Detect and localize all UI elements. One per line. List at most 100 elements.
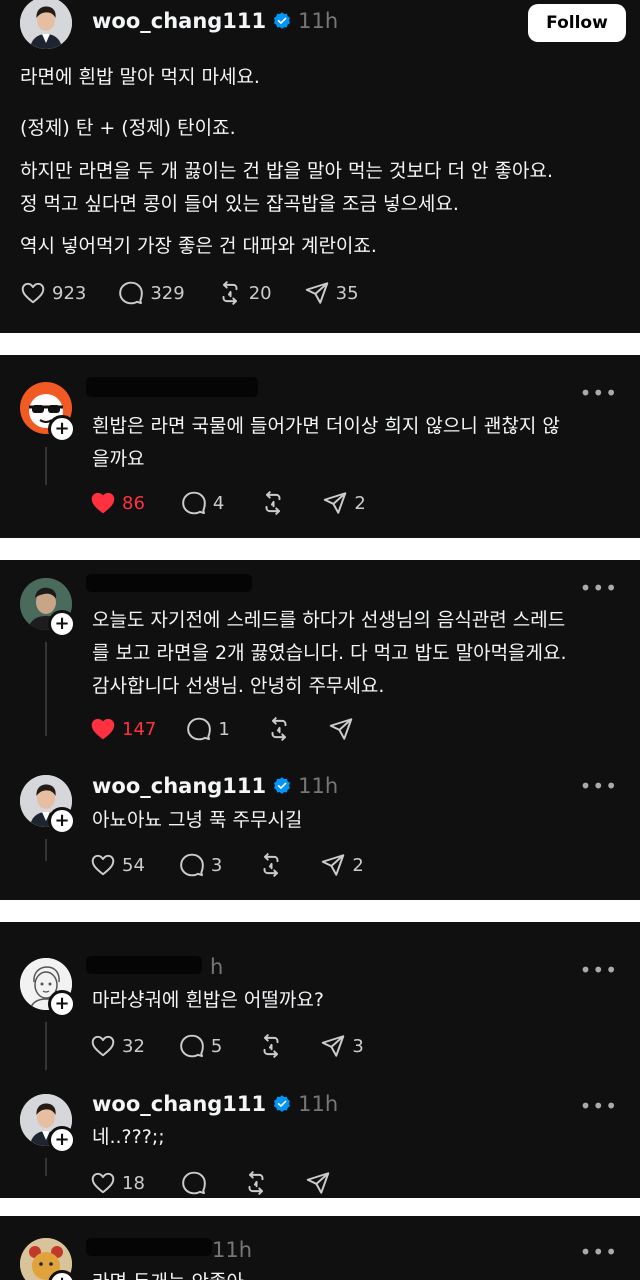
share-icon xyxy=(328,716,354,742)
comment-button[interactable]: 1 xyxy=(186,716,230,742)
follow-plus-button[interactable]: + xyxy=(48,990,76,1018)
post-line: 하지만 라면을 두 개 끓이는 건 밥을 말아 먹는 것보다 더 안 좋아요. xyxy=(20,160,553,182)
verified-badge-icon xyxy=(272,11,292,31)
comment-icon xyxy=(186,716,212,742)
repost-icon xyxy=(260,490,286,516)
like-button[interactable]: 923 xyxy=(20,280,86,306)
more-options-button[interactable]: ••• xyxy=(580,1240,618,1264)
like-button[interactable]: 147 xyxy=(90,716,156,742)
comment-icon xyxy=(181,490,207,516)
comment-button[interactable]: 4 xyxy=(181,490,224,516)
share-button[interactable]: 2 xyxy=(320,852,364,878)
like-button[interactable]: 32 xyxy=(90,1033,145,1059)
redacted-username xyxy=(86,956,202,974)
repost-button[interactable] xyxy=(258,1033,284,1059)
verified-badge-icon xyxy=(272,1094,292,1114)
reply-actions: 86 4 2 xyxy=(90,488,366,518)
main-post-card: woo_chang111 11h Follow 라면에 흰밥 말아 먹지 마세요.… xyxy=(0,0,640,333)
thread-line xyxy=(45,1158,47,1176)
share-button[interactable]: 2 xyxy=(322,490,366,516)
like-count: 54 xyxy=(122,854,145,876)
share-count: 3 xyxy=(352,1035,364,1057)
more-options-button[interactable]: ••• xyxy=(580,1094,618,1118)
share-button[interactable] xyxy=(305,1170,331,1196)
author-username[interactable]: woo_chang111 xyxy=(92,774,266,798)
reply-line: 마라샹궈에 흰밥은 어떨까요? xyxy=(92,989,324,1011)
reply-time: 11h xyxy=(212,1238,253,1262)
answer-header: woo_chang111 11h xyxy=(92,1092,338,1116)
repost-count: 20 xyxy=(248,282,272,304)
comment-icon xyxy=(181,1170,207,1196)
partial-time: h xyxy=(204,955,223,979)
comment-button[interactable]: 329 xyxy=(118,280,185,306)
heart-icon xyxy=(90,1033,116,1059)
post-actions: 923 329 20 35 xyxy=(20,278,359,308)
share-icon xyxy=(322,490,348,516)
like-count: 18 xyxy=(122,1172,145,1194)
like-button[interactable]: 86 xyxy=(90,490,145,516)
follow-plus-button[interactable]: + xyxy=(48,1126,76,1154)
repost-icon xyxy=(217,280,243,306)
answer-line: 네..???;; xyxy=(92,1126,165,1148)
comment-button[interactable]: 3 xyxy=(179,852,222,878)
comment-count: 329 xyxy=(150,282,185,304)
reply-actions: 32 5 3 xyxy=(90,1031,364,1061)
author-username[interactable]: woo_chang111 xyxy=(92,9,266,33)
like-button[interactable]: 18 xyxy=(90,1170,145,1196)
answer-time: 11h xyxy=(298,1092,339,1116)
author-username[interactable]: woo_chang111 xyxy=(92,1092,266,1116)
reply-card: + ••• 흰밥은 라면 국물에 들어가면 더이상 희지 않으니 괜찮지 않 을… xyxy=(0,355,640,538)
comment-icon xyxy=(118,280,144,306)
reply-line: 흰밥은 라면 국물에 들어가면 더이상 희지 않으니 괜찮지 않 xyxy=(92,415,560,437)
like-count: 86 xyxy=(122,492,145,514)
reply-card: + 11h ••• 라면 두개는 안좋아 xyxy=(0,1216,640,1280)
share-button[interactable] xyxy=(328,716,354,742)
post-header: woo_chang111 11h xyxy=(92,9,338,33)
post-line: 정 먹고 싶다면 콩이 들어 있는 잡곡밥을 조금 넣으세요. xyxy=(20,193,459,215)
more-options-button[interactable]: ••• xyxy=(580,576,618,600)
heart-icon xyxy=(90,852,116,878)
share-button[interactable]: 3 xyxy=(320,1033,364,1059)
comment-icon xyxy=(179,852,205,878)
comment-count: 1 xyxy=(218,718,230,740)
share-count: 2 xyxy=(352,854,364,876)
reply-line: 라면 두개는 안좋아 xyxy=(92,1266,244,1280)
repost-icon xyxy=(266,716,292,742)
like-button[interactable]: 54 xyxy=(90,852,145,878)
follow-plus-button[interactable]: + xyxy=(48,807,76,835)
comment-button[interactable]: 5 xyxy=(179,1033,222,1059)
repost-button[interactable] xyxy=(260,490,286,516)
reply-line: 를 보고 라면을 2개 끓였습니다. 다 먹고 밥도 말아먹을게요. xyxy=(92,642,567,664)
more-options-button[interactable]: ••• xyxy=(580,774,618,798)
repost-button[interactable] xyxy=(258,852,284,878)
thread-line xyxy=(45,642,47,736)
heart-filled-icon xyxy=(90,716,116,742)
post-time: 11h xyxy=(298,9,339,33)
share-button[interactable]: 35 xyxy=(304,280,359,306)
comment-button[interactable] xyxy=(181,1170,207,1196)
repost-button[interactable]: 20 xyxy=(217,280,272,306)
partial-time: 11h xyxy=(212,1238,252,1262)
redacted-username xyxy=(86,377,258,397)
more-options-button[interactable]: ••• xyxy=(580,381,618,405)
follow-plus-button[interactable]: + xyxy=(48,415,76,443)
like-count: 32 xyxy=(122,1035,145,1057)
repost-icon xyxy=(258,852,284,878)
more-options-button[interactable]: ••• xyxy=(580,958,618,982)
share-icon xyxy=(305,1170,331,1196)
follow-button[interactable]: Follow xyxy=(528,4,626,42)
repost-icon xyxy=(258,1033,284,1059)
follow-plus-button[interactable]: + xyxy=(48,610,76,638)
comment-count: 5 xyxy=(210,1035,223,1057)
share-count: 2 xyxy=(354,492,366,514)
answer-header: woo_chang111 11h xyxy=(92,774,338,798)
post-line: 라면에 흰밥 말아 먹지 마세요. xyxy=(20,66,260,88)
reply-time: h xyxy=(210,955,224,979)
like-count: 923 xyxy=(52,282,87,304)
author-avatar[interactable] xyxy=(20,0,72,49)
comment-count: 3 xyxy=(210,854,223,876)
repost-button[interactable] xyxy=(266,716,292,742)
verified-badge-icon xyxy=(272,776,292,796)
redacted-username xyxy=(86,574,252,592)
repost-button[interactable] xyxy=(243,1170,269,1196)
